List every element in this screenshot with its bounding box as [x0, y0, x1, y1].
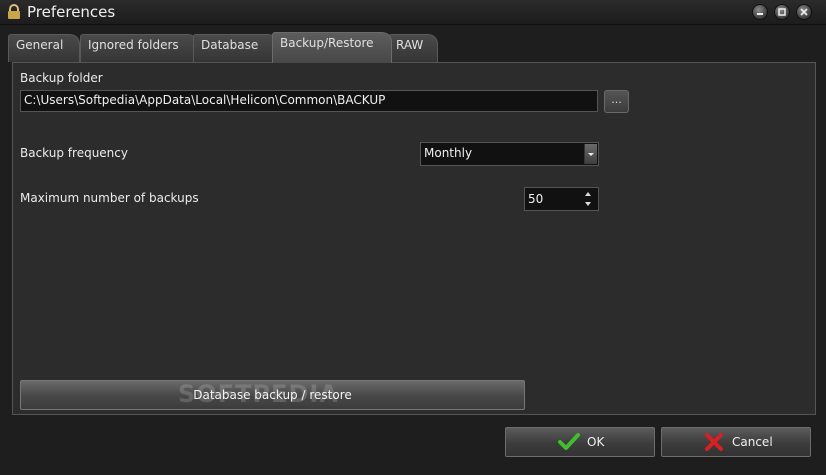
maximize-icon — [778, 8, 786, 16]
close-icon — [800, 8, 808, 16]
backup-frequency-value: Monthly — [424, 146, 473, 160]
backup-frequency-label: Backup frequency — [20, 146, 128, 160]
browse-button[interactable]: ... — [604, 90, 629, 113]
backup-restore-panel — [12, 62, 816, 415]
tab-backup-restore[interactable]: Backup/Restore — [272, 32, 392, 63]
checkmark-icon — [558, 433, 580, 450]
backup-folder-input[interactable]: C:\Users\Softpedia\AppData\Local\Helicon… — [20, 90, 598, 112]
backup-folder-label: Backup folder — [20, 71, 103, 85]
chevron-down-icon — [588, 153, 594, 156]
minimize-button[interactable] — [752, 4, 768, 20]
tab-database[interactable]: Database — [193, 34, 278, 62]
spin-up-icon[interactable] — [580, 189, 596, 199]
tab-label: Database — [201, 38, 259, 52]
cancel-button[interactable]: Cancel — [661, 427, 811, 457]
tab-bar: General Ignored folders Database Backup/… — [8, 32, 818, 63]
tab-ignored-folders[interactable]: Ignored folders — [80, 34, 198, 62]
max-backups-label: Maximum number of backups — [20, 191, 199, 205]
cancel-label: Cancel — [732, 435, 773, 449]
ok-label: OK — [587, 435, 605, 449]
close-button[interactable] — [796, 4, 812, 20]
title-bar[interactable]: Preferences — [0, 0, 826, 25]
ok-button[interactable]: OK — [505, 427, 655, 457]
window-title: Preferences — [27, 3, 116, 21]
tab-label: General — [16, 38, 64, 52]
lock-icon — [8, 4, 20, 19]
database-backup-restore-label: Database backup / restore — [193, 388, 352, 402]
dropdown-button[interactable] — [584, 144, 597, 164]
tab-label: Ignored folders — [88, 38, 179, 52]
minimize-icon — [757, 13, 763, 15]
max-backups-stepper[interactable]: 50 — [524, 187, 599, 211]
tab-raw[interactable]: RAW — [388, 34, 438, 62]
maximize-button[interactable] — [774, 4, 790, 20]
database-backup-restore-button[interactable]: Database backup / restore — [20, 380, 525, 410]
max-backups-value: 50 — [528, 192, 544, 206]
spin-down-icon[interactable] — [580, 199, 596, 209]
tab-label: RAW — [396, 38, 424, 52]
tab-general[interactable]: General — [8, 34, 80, 62]
backup-frequency-select[interactable]: Monthly — [420, 142, 599, 166]
tab-label: Backup/Restore — [280, 36, 374, 50]
cancel-x-icon — [705, 433, 723, 451]
